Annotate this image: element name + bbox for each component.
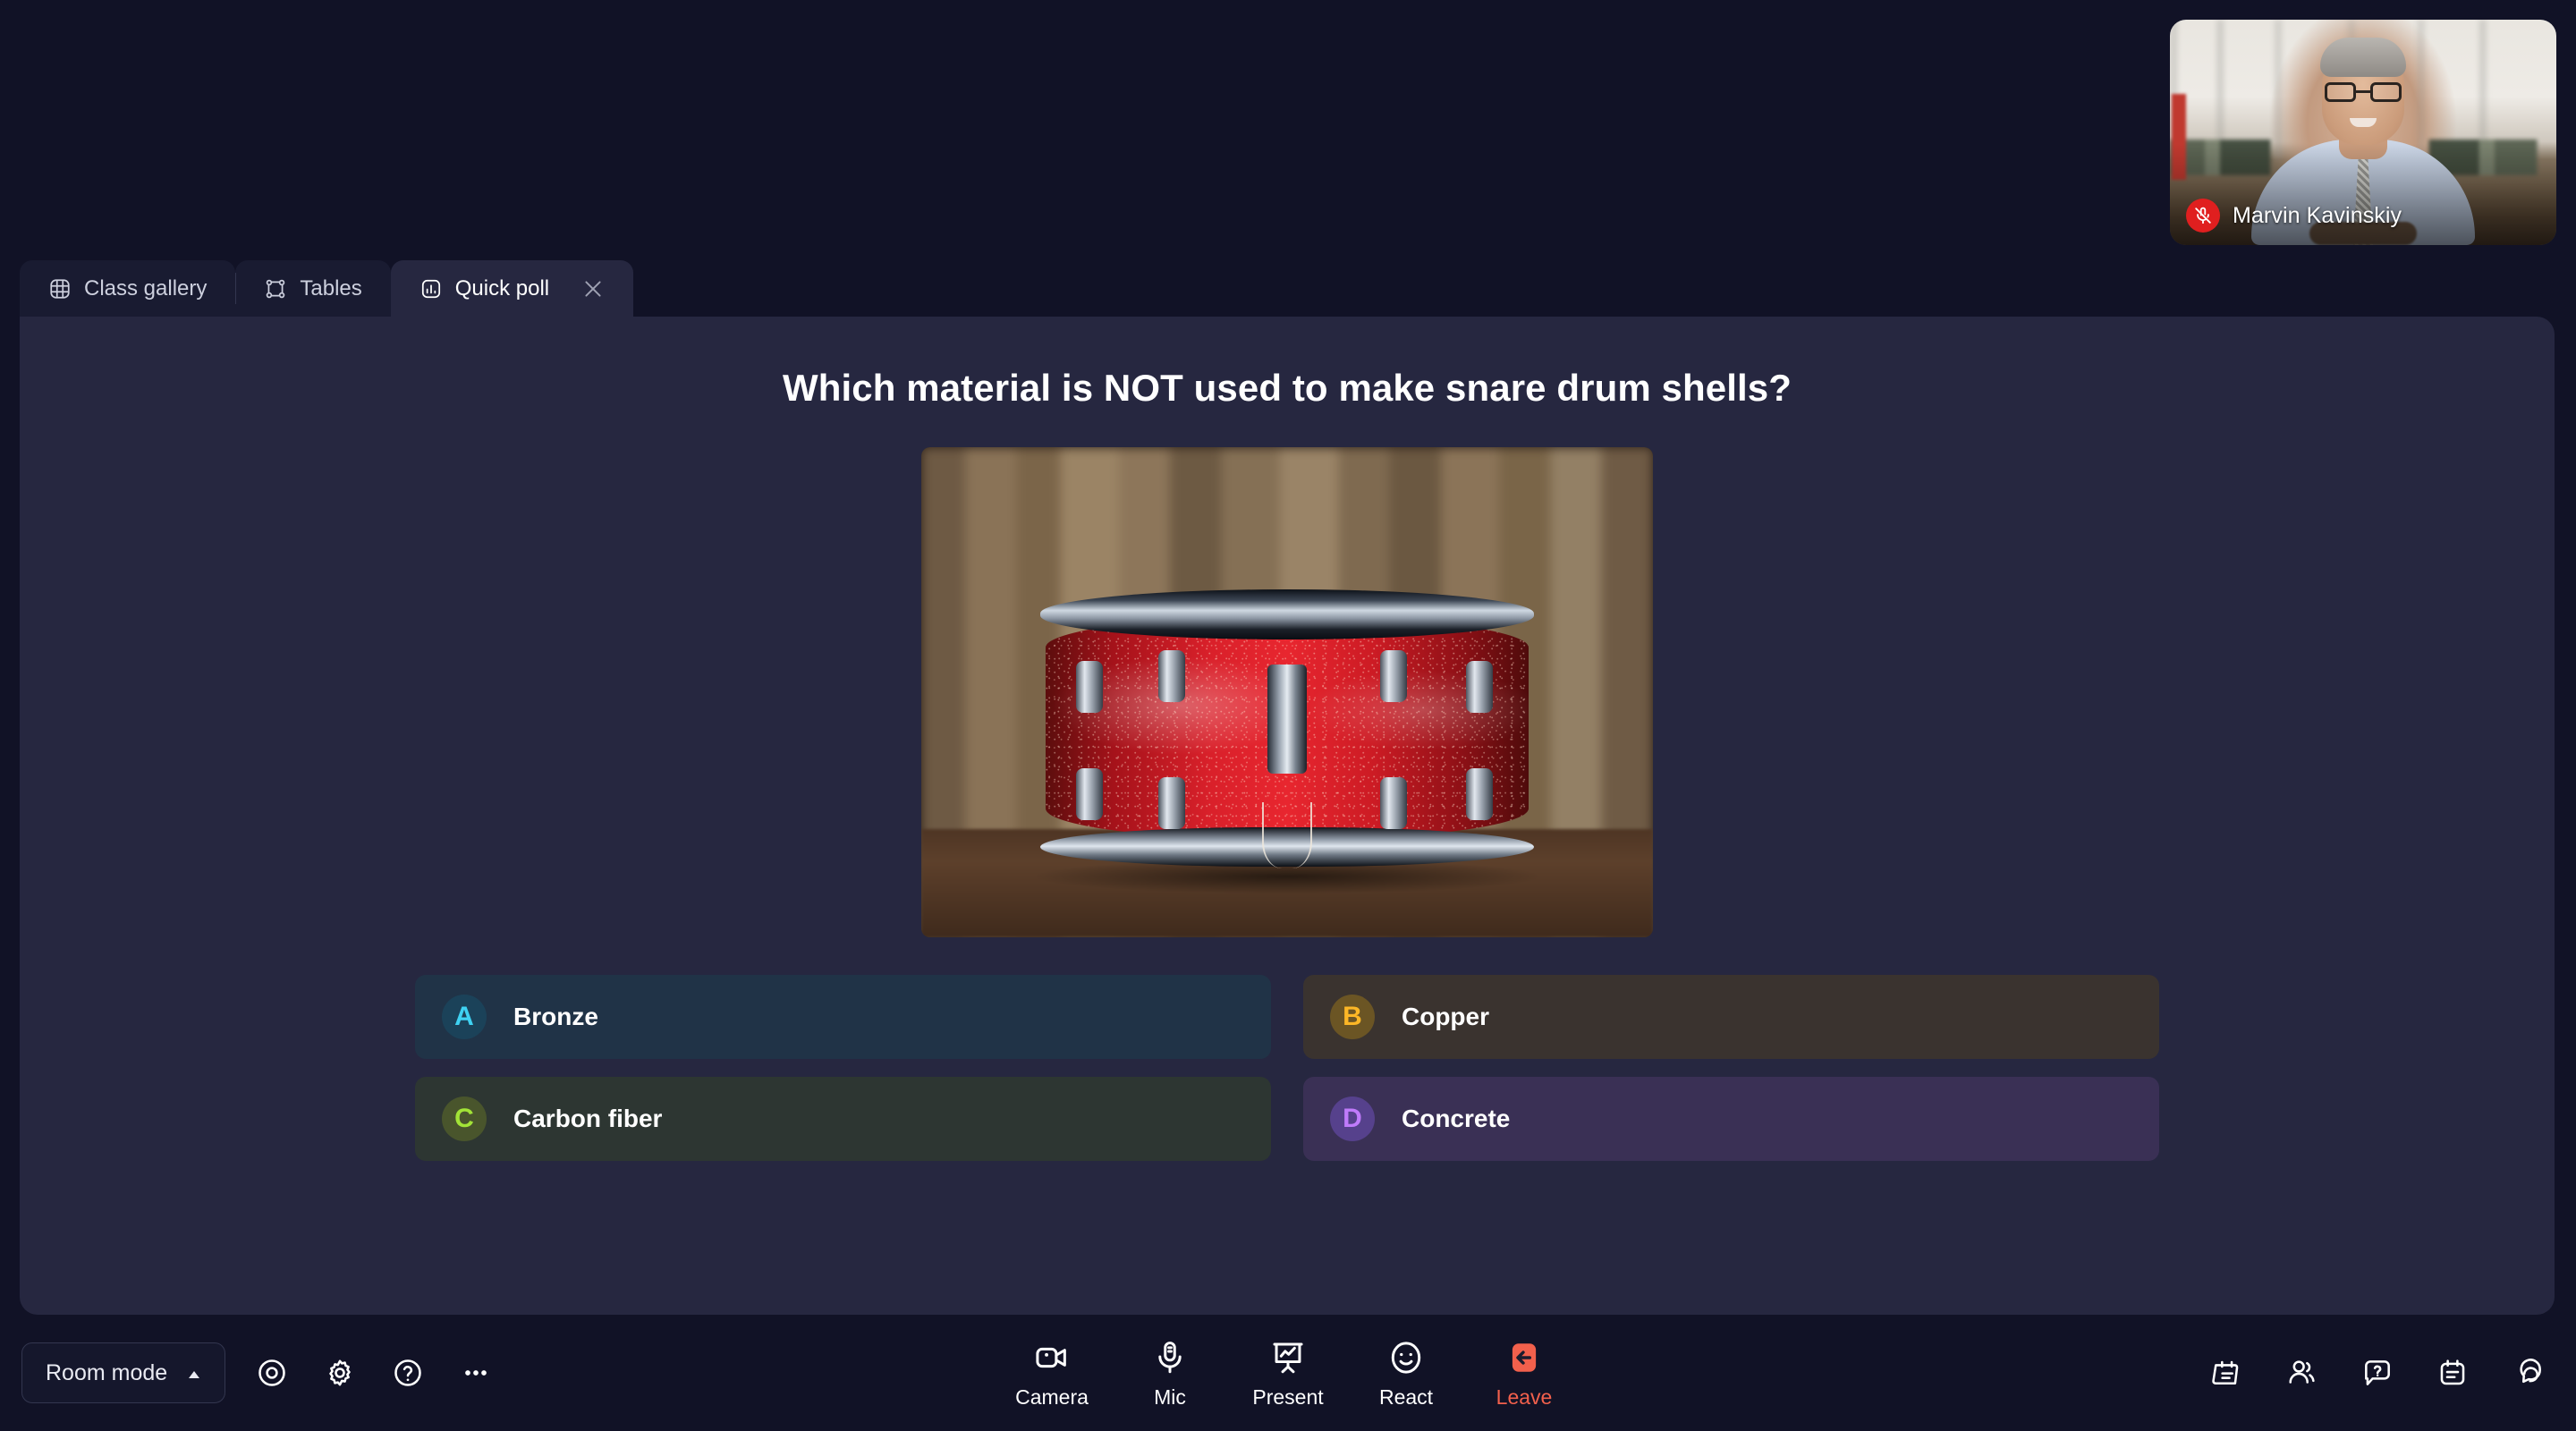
option-letter: A <box>454 1002 474 1032</box>
camera-button[interactable]: Camera <box>1005 1337 1098 1410</box>
bar-chart-icon <box>419 277 443 301</box>
tables-icon <box>264 277 287 301</box>
react-button[interactable]: React <box>1360 1337 1453 1410</box>
option-letter-badge: B <box>1330 995 1375 1039</box>
leave-button[interactable]: Leave <box>1478 1337 1571 1410</box>
leave-icon <box>1505 1337 1543 1378</box>
chat-bubbles-icon[interactable] <box>2506 1351 2549 1394</box>
chevron-up-icon <box>187 1360 201 1386</box>
tab-label: Quick poll <box>455 276 549 301</box>
participant-name-bar: Marvin Kavinskiy <box>2186 199 2402 233</box>
option-label: Copper <box>1402 1003 1489 1031</box>
mic-button[interactable]: Mic <box>1123 1337 1216 1410</box>
toolbar-center-controls: Camera Mic <box>1005 1337 1571 1410</box>
poll-option-b[interactable]: B Copper <box>1303 975 2159 1059</box>
notes-icon[interactable] <box>2431 1351 2474 1394</box>
option-letter-badge: D <box>1330 1097 1375 1141</box>
tab-class-gallery[interactable]: Class gallery <box>20 260 235 317</box>
microphone-icon <box>1151 1337 1189 1378</box>
meeting-app-window: Marvin Kavinskiy Class gallery <box>0 0 2576 1431</box>
option-letter: D <box>1343 1104 1362 1134</box>
present-button[interactable]: Present <box>1241 1337 1335 1410</box>
camera-label: Camera <box>1015 1385 1089 1410</box>
participant-video-tile[interactable]: Marvin Kavinskiy <box>2170 20 2556 245</box>
poll-options-grid: A Bronze B Copper C Carbon fiber D <box>415 975 2159 1161</box>
mic-label: Mic <box>1154 1385 1186 1410</box>
snare-drum-illustration <box>1046 579 1529 874</box>
poll-option-c[interactable]: C Carbon fiber <box>415 1077 1271 1161</box>
option-label: Bronze <box>513 1003 598 1031</box>
gear-icon[interactable] <box>318 1351 361 1394</box>
grid-icon <box>48 277 72 301</box>
tab-quick-poll[interactable]: Quick poll <box>391 260 633 317</box>
agenda-icon[interactable] <box>2206 1351 2249 1394</box>
toolbar-right-group <box>2206 1351 2549 1394</box>
present-label: Present <box>1252 1385 1323 1410</box>
react-label: React <box>1379 1385 1433 1410</box>
room-mode-label: Room mode <box>46 1360 167 1386</box>
tab-label: Tables <box>300 276 361 301</box>
people-icon[interactable] <box>2281 1351 2324 1394</box>
option-letter-badge: A <box>442 995 487 1039</box>
room-mode-button[interactable]: Room mode <box>21 1342 225 1403</box>
close-icon[interactable] <box>581 277 605 301</box>
option-letter: C <box>454 1104 474 1134</box>
bottom-toolbar: Room mode <box>0 1315 2576 1431</box>
toolbar-left-group: Room mode <box>0 1342 497 1403</box>
poll-option-a[interactable]: A Bronze <box>415 975 1271 1059</box>
quick-poll-panel: Which material is NOT used to make snare… <box>20 317 2555 1315</box>
more-horizontal-icon[interactable] <box>454 1351 497 1394</box>
mic-muted-icon <box>2186 199 2220 233</box>
option-label: Carbon fiber <box>513 1105 662 1133</box>
poll-option-d[interactable]: D Concrete <box>1303 1077 2159 1161</box>
tab-tables[interactable]: Tables <box>235 260 390 317</box>
smiley-icon <box>1387 1337 1425 1378</box>
poll-question: Which material is NOT used to make snare… <box>20 367 2555 410</box>
record-icon[interactable] <box>250 1351 293 1394</box>
question-circle-icon[interactable] <box>386 1351 429 1394</box>
poll-image <box>921 447 1653 937</box>
tab-label: Class gallery <box>84 276 207 301</box>
camera-icon <box>1033 1337 1071 1378</box>
present-icon <box>1269 1337 1307 1378</box>
question-bubble-icon[interactable] <box>2356 1351 2399 1394</box>
leave-label: Leave <box>1496 1385 1553 1410</box>
participant-name-label: Marvin Kavinskiy <box>2233 203 2402 229</box>
option-label: Concrete <box>1402 1105 1510 1133</box>
option-letter-badge: C <box>442 1097 487 1141</box>
tab-bar: Class gallery Tables Quic <box>20 260 633 317</box>
option-letter: B <box>1343 1002 1362 1032</box>
